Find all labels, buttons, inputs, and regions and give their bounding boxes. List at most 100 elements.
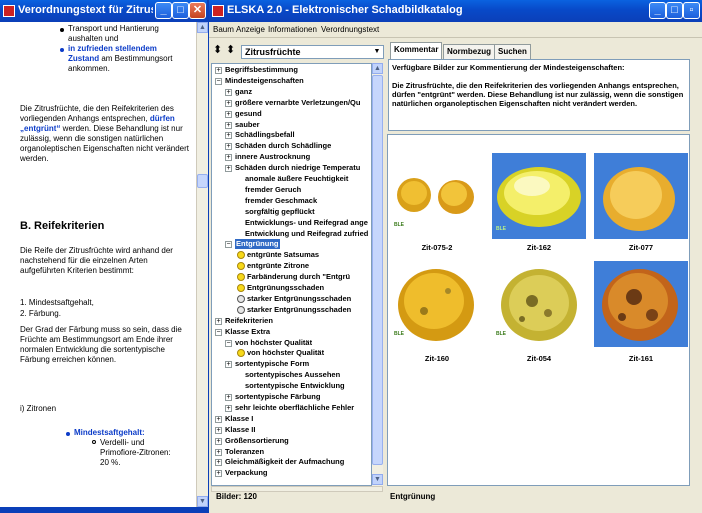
close-button[interactable]: ✕ [189, 2, 206, 19]
tree-node[interactable]: innere Austrocknung [235, 152, 310, 162]
up-down-arrows-icon[interactable]: ⬍ [213, 43, 222, 56]
tree-node[interactable]: starker Entgrünungsschaden [247, 294, 351, 304]
tree-node[interactable]: Schäden durch niedrige Temperatu [235, 163, 360, 173]
collapse-icon[interactable]: − [225, 241, 232, 249]
tree-node[interactable]: sehr leichte oberflächliche Fehler [235, 403, 354, 413]
tab-suchen[interactable]: Suchen [494, 44, 531, 59]
expand-icon[interactable]: + [225, 99, 232, 107]
category-select[interactable]: Zitrusfrüchte ▼ [241, 45, 384, 59]
up-down-arrows-icon[interactable]: ⬍ [226, 43, 235, 56]
tree-node[interactable]: Klasse I [225, 414, 253, 424]
expand-icon[interactable]: + [225, 143, 232, 151]
tree-node[interactable]: Klasse Extra [225, 327, 270, 337]
tree-node[interactable]: fremder Geruch [245, 185, 301, 195]
expand-icon[interactable]: + [215, 317, 222, 325]
tree-node[interactable]: sortentypische Färbung [235, 392, 320, 402]
tree-node[interactable]: starker Entgrünungsschaden [247, 305, 351, 315]
scroll-down-icon[interactable]: ▼ [372, 474, 383, 485]
tree-node[interactable]: Entgrünung [235, 239, 280, 250]
tab-kommentar[interactable]: Kommentar [390, 42, 443, 59]
main-title-bar[interactable]: ELSKA 2.0 - Elektronischer Schadbildkata… [209, 0, 702, 22]
scroll-thumb[interactable] [372, 75, 383, 465]
tree-node[interactable]: Klasse II [225, 425, 255, 435]
fruit-thumbnail[interactable]: BLE [492, 153, 586, 239]
tree-node[interactable]: sortentypische Form [235, 359, 309, 369]
menu-informationen[interactable]: Informationen [268, 25, 317, 34]
tree-node[interactable]: Größensortierung [225, 436, 289, 446]
fruit-thumbnail[interactable]: BLE [390, 155, 484, 241]
fruit-thumbnail[interactable]: BLE [492, 261, 586, 347]
minimize-button[interactable]: _ [649, 2, 666, 19]
category-tree[interactable]: + Begriffsbestimmung − Mindesteigenschaften… [211, 63, 372, 486]
tree-node[interactable]: sorgfältig gepflückt [245, 207, 315, 217]
tree-node[interactable]: von höchster Qualität [247, 348, 324, 358]
tree-node[interactable]: Entwicklung und Reifegrad zufried [245, 229, 368, 239]
tree-node[interactable]: sortentypisches Aussehen [245, 370, 340, 380]
expand-icon[interactable]: + [215, 470, 222, 478]
tree-node[interactable]: Reifekriterien [225, 316, 273, 326]
expand-icon[interactable]: + [215, 426, 222, 434]
fruit-thumbnail[interactable] [594, 261, 688, 347]
expand-icon[interactable]: + [225, 110, 232, 118]
expand-icon[interactable]: + [225, 404, 232, 412]
collapse-icon[interactable]: − [215, 77, 222, 85]
expand-icon[interactable]: + [225, 88, 232, 96]
tree-node[interactable]: Mindesteigenschaften [225, 76, 304, 86]
tree-node[interactable]: sortentypische Entwicklung [245, 381, 345, 391]
tree-node[interactable]: sauber [235, 120, 260, 130]
minimize-button[interactable]: _ [155, 2, 172, 19]
expand-icon[interactable]: + [225, 121, 232, 129]
tree-node[interactable]: entgrünte Zitrone [247, 261, 309, 271]
chevron-down-icon[interactable]: ▼ [371, 46, 383, 58]
tree-node[interactable]: Gleichmäßigkeit der Aufmachung [225, 457, 344, 467]
tree-node[interactable]: Verpackung [225, 468, 268, 478]
image-caption: Zit-077 [628, 243, 654, 252]
tree-node[interactable]: entgrünte Satsumas [247, 250, 319, 260]
tree-node[interactable]: Entgrünungsschaden [247, 283, 324, 293]
menu-anzeige[interactable]: Anzeige [236, 25, 265, 34]
tree-node[interactable]: Begriffsbestimmung [225, 65, 298, 75]
doc-heading: B. Reifekriterien [20, 220, 105, 232]
tree-node[interactable]: fremder Geschmack [245, 196, 317, 206]
tree-node[interactable]: von höchster Qualität [235, 338, 312, 348]
expand-icon[interactable]: + [225, 165, 232, 173]
tree-node[interactable]: Entwicklungs- und Reifegrad ange [245, 218, 368, 228]
maximize-button[interactable]: □ [666, 2, 683, 19]
status-selected-node: Entgrünung [390, 492, 436, 501]
restore-button[interactable]: ▫ [683, 2, 700, 19]
tree-node[interactable]: anomale äußere Feuchtigkeit [245, 174, 348, 184]
expand-icon[interactable]: + [225, 394, 232, 401]
collapse-icon[interactable]: − [225, 339, 232, 347]
collapse-icon[interactable]: − [215, 328, 222, 336]
tree-node[interactable]: Schäden durch Schädlinge [235, 141, 331, 151]
tree-node[interactable]: ganz [235, 87, 252, 97]
menu-baum[interactable]: Baum [213, 25, 234, 34]
document-title-bar[interactable]: Verordnungstext für Zitrusf... _ □ ✕ [0, 0, 207, 22]
fruit-thumbnail[interactable] [594, 153, 688, 239]
tree-node[interactable]: Schädlingsbefall [235, 130, 295, 140]
fruit-thumbnail[interactable]: BLE [390, 261, 484, 347]
tab-normbezug[interactable]: Normbezug [443, 44, 495, 59]
expand-icon[interactable]: + [225, 132, 232, 140]
expand-icon[interactable]: + [225, 361, 232, 369]
expand-icon[interactable]: + [215, 437, 222, 445]
tree-scrollbar[interactable]: ▲ ▼ [372, 63, 383, 486]
tree-node[interactable]: gesund [235, 109, 262, 119]
maximize-button[interactable]: □ [172, 2, 189, 19]
expand-icon[interactable]: + [215, 448, 222, 456]
expand-icon[interactable]: + [215, 459, 222, 467]
comment-text: Die Zitrusfrüchte, die den Reifekriterie… [392, 81, 684, 108]
scroll-down-icon[interactable]: ▼ [197, 496, 208, 507]
expand-icon[interactable]: + [215, 67, 222, 74]
expand-icon[interactable]: + [225, 154, 232, 162]
tree-node[interactable]: größere vernarbte Verletzungen/Qu [235, 98, 360, 108]
document-scrollbar[interactable]: ▲ ▼ [196, 22, 208, 507]
tree-node[interactable]: Farbänderung durch "Entgrü [247, 272, 350, 282]
scroll-up-icon[interactable]: ▲ [197, 22, 208, 33]
scroll-up-icon[interactable]: ▲ [372, 63, 383, 74]
tree-node[interactable]: Toleranzen [225, 447, 264, 457]
expand-icon[interactable]: + [215, 415, 222, 423]
menu-verordnungstext[interactable]: Verordnungstext [321, 25, 379, 34]
scroll-thumb[interactable] [197, 174, 208, 188]
app-icon [3, 5, 15, 17]
